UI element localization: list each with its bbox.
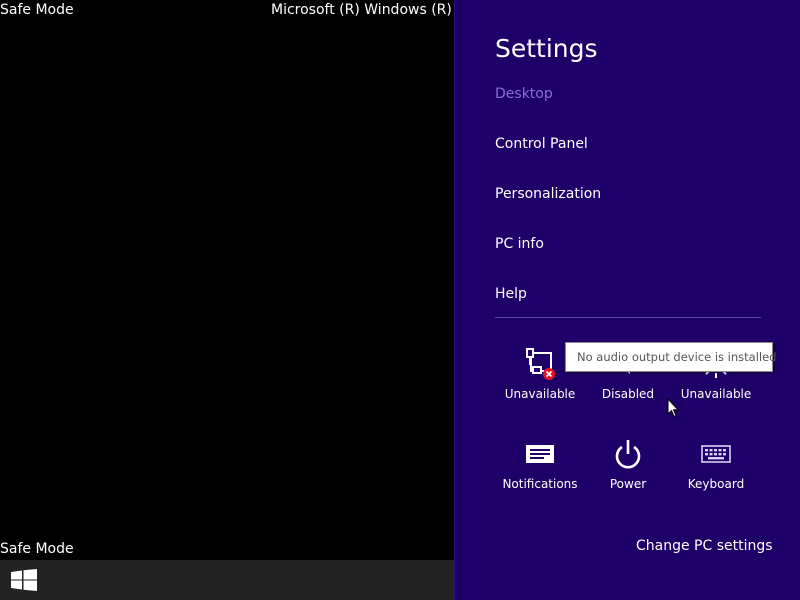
menu-item-control-panel[interactable]: Control Panel bbox=[495, 136, 588, 152]
menu-item-pc-info[interactable]: PC info bbox=[495, 236, 544, 252]
notifications-icon bbox=[526, 445, 554, 463]
safe-mode-label-bottom: Safe Mode bbox=[0, 541, 74, 557]
settings-charm: Settings Desktop Control Panel Personali… bbox=[454, 0, 800, 600]
keyboard-tile[interactable]: Keyboard bbox=[672, 435, 760, 491]
notifications-tile-label: Notifications bbox=[502, 477, 578, 491]
taskbar bbox=[0, 560, 454, 600]
power-tile-label: Power bbox=[609, 477, 647, 491]
safe-mode-label-top: Safe Mode bbox=[0, 2, 74, 18]
volume-tile-label: Disabled bbox=[601, 387, 655, 401]
menu-item-desktop[interactable]: Desktop bbox=[495, 86, 553, 102]
mouse-cursor-icon bbox=[667, 398, 679, 418]
desktop: Safe Mode Microsoft (R) Windows (R) ( Sa… bbox=[0, 0, 454, 600]
network-tile-label: Unavailable bbox=[504, 387, 576, 401]
divider bbox=[495, 317, 761, 318]
keyboard-tile-label: Keyboard bbox=[687, 477, 745, 491]
change-pc-settings-link[interactable]: Change PC settings bbox=[636, 538, 773, 554]
notifications-tile[interactable]: Notifications bbox=[496, 435, 584, 491]
brightness-tile-label: Unavailable bbox=[680, 387, 752, 401]
network-unavailable-icon bbox=[526, 348, 555, 380]
windows-logo-icon bbox=[11, 569, 37, 591]
keyboard-icon bbox=[701, 445, 731, 463]
menu-item-help[interactable]: Help bbox=[495, 286, 527, 302]
power-icon bbox=[615, 440, 641, 469]
settings-title: Settings bbox=[495, 34, 598, 63]
audio-tooltip: No audio output device is installed bbox=[565, 342, 776, 372]
menu-item-personalization[interactable]: Personalization bbox=[495, 186, 601, 202]
start-button[interactable] bbox=[10, 569, 38, 591]
power-tile[interactable]: Power bbox=[584, 435, 672, 491]
windows-version-text: Microsoft (R) Windows (R) ( bbox=[271, 2, 454, 18]
